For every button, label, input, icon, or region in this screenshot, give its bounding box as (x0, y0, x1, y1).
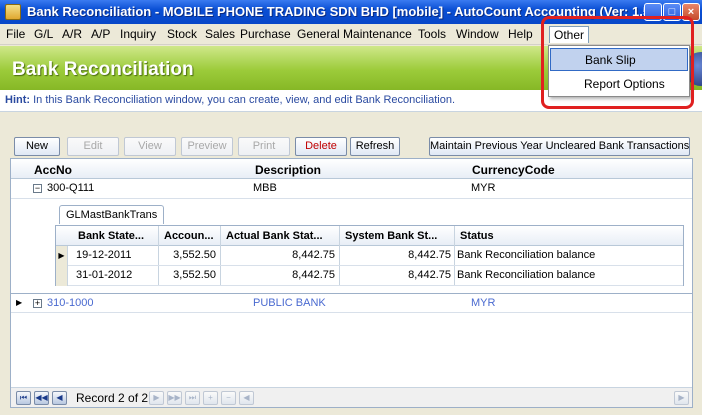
menu-purchase[interactable]: Purchase (240, 27, 291, 41)
cell-currency: MYR (471, 182, 496, 194)
cell-account: 3,552.50 (173, 249, 216, 261)
new-button[interactable]: New (14, 137, 60, 156)
app-icon (5, 4, 21, 20)
menu-gl[interactable]: G/L (34, 27, 53, 41)
cell-bank-statement-date: 31-01-2012 (76, 269, 133, 281)
cell-account: 3,552.50 (173, 269, 216, 281)
delete-button[interactable]: Delete (295, 137, 347, 156)
bank-account-grid[interactable]: AccNo Description CurrencyCode − 300-Q11… (10, 158, 693, 408)
cell-currency: MYR (471, 297, 496, 309)
first-record-icon[interactable]: ⏮ (16, 391, 31, 405)
menu-stock[interactable]: Stock (167, 27, 197, 41)
maintain-uncleared-button[interactable]: Maintain Previous Year Uncleared Bank Tr… (429, 137, 690, 156)
column-header-actual-bank-statement[interactable]: Actual Bank Stat... (226, 230, 323, 242)
column-header-description[interactable]: Description (255, 163, 321, 177)
column-header-status[interactable]: Status (460, 230, 494, 242)
menu-ar[interactable]: A/R (62, 27, 82, 41)
hint-text: In this Bank Reconciliation window, you … (33, 94, 456, 106)
cell-accno: 310-1000 (47, 297, 94, 309)
column-header-system-bank-statement[interactable]: System Bank St... (345, 230, 437, 242)
next-record-icon[interactable]: ▶ (149, 391, 164, 405)
preview-button[interactable]: Preview (181, 137, 233, 156)
menu-file[interactable]: File (6, 27, 25, 41)
cell-system-bank-statement: 8,442.75 (408, 249, 451, 261)
column-header-bank-statement[interactable]: Bank State... (78, 230, 144, 242)
cell-description: PUBLIC BANK (253, 297, 326, 309)
menu-inquiry[interactable]: Inquiry (120, 27, 156, 41)
hint-label: Hint: (5, 94, 31, 106)
cell-system-bank-statement: 8,442.75 (408, 269, 451, 281)
row-indicator-icon: ▶ (56, 246, 68, 266)
menu-sales[interactable]: Sales (205, 27, 235, 41)
record-navigator: ⏮ ◀◀ ◀ Record 2 of 2 ▶ ▶▶ ⏭ + − ◀ ▶ (11, 387, 692, 407)
scroll-left-icon[interactable]: ◀ (239, 391, 254, 405)
edit-button[interactable]: Edit (67, 137, 119, 156)
refresh-button[interactable]: Refresh (350, 137, 400, 156)
menu-help[interactable]: Help (508, 27, 533, 41)
table-row[interactable]: 31-01-2012 3,552.50 8,442.75 8,442.75 Ba… (56, 266, 683, 286)
cell-description: MBB (253, 182, 277, 194)
row-indicator-icon: ▶ (16, 298, 23, 307)
menu-tools[interactable]: Tools (418, 27, 446, 41)
table-row[interactable]: ▶ 19-12-2011 3,552.50 8,442.75 8,442.75 … (56, 246, 683, 266)
previous-record-icon[interactable]: ◀ (52, 391, 67, 405)
table-row[interactable]: ▶ + 310-1000 PUBLIC BANK MYR (11, 293, 692, 313)
cell-actual-bank-statement: 8,442.75 (292, 269, 335, 281)
menu-window[interactable]: Window (456, 27, 499, 41)
delete-record-icon[interactable]: − (221, 391, 236, 405)
detail-panel: GLMastBankTrans Bank State... Accoun... … (49, 201, 690, 293)
cell-accno: 300-Q111 (47, 182, 95, 194)
fast-previous-icon[interactable]: ◀◀ (34, 391, 49, 405)
print-button[interactable]: Print (238, 137, 290, 156)
column-header-account[interactable]: Accoun... (164, 230, 214, 242)
cell-bank-statement-date: 19-12-2011 (76, 249, 132, 261)
menu-ap[interactable]: A/P (91, 27, 110, 41)
cell-actual-bank-statement: 8,442.75 (292, 249, 335, 261)
menu-general-maintenance[interactable]: General Maintenance (297, 27, 412, 41)
column-header-currencycode[interactable]: CurrencyCode (472, 163, 555, 177)
page-title: Bank Reconciliation (12, 59, 194, 80)
add-record-icon[interactable]: + (203, 391, 218, 405)
tab-glmastbanktrans[interactable]: GLMastBankTrans (59, 205, 165, 224)
column-header-accno[interactable]: AccNo (34, 163, 72, 177)
record-counter: Record 2 of 2 (76, 391, 149, 405)
cell-status: Bank Reconciliation balance (457, 249, 596, 261)
collapse-icon[interactable]: − (33, 184, 42, 193)
cell-status: Bank Reconciliation balance (457, 269, 596, 281)
grid-header: AccNo Description CurrencyCode (11, 159, 692, 179)
fast-next-icon[interactable]: ▶▶ (167, 391, 182, 405)
scroll-right-icon[interactable]: ▶ (674, 391, 689, 405)
table-row[interactable]: − 300-Q111 MBB MYR (11, 179, 692, 199)
expand-icon[interactable]: + (33, 299, 42, 308)
detail-grid-header: Bank State... Accoun... Actual Bank Stat… (56, 226, 683, 246)
last-record-icon[interactable]: ⏭ (185, 391, 200, 405)
highlight-annotation (541, 16, 694, 109)
detail-grid[interactable]: Bank State... Accoun... Actual Bank Stat… (55, 225, 684, 286)
view-button[interactable]: View (124, 137, 176, 156)
row-indicator (56, 266, 68, 286)
toolbar: New Edit View Preview Print Delete Refre… (0, 112, 702, 156)
